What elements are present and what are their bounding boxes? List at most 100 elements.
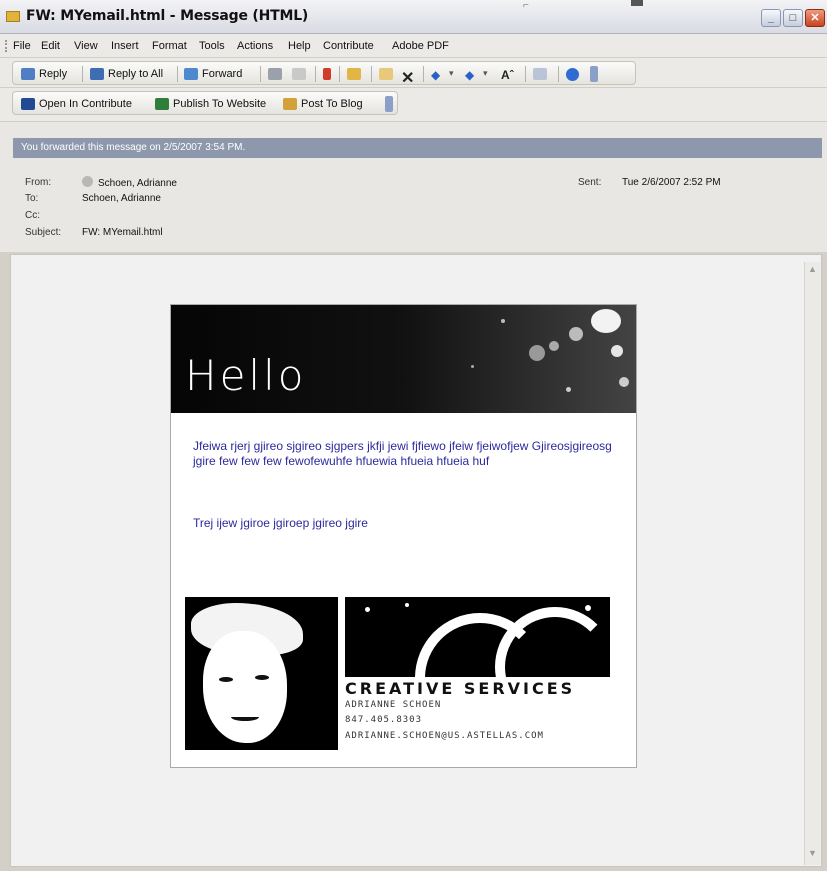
toolbar-separator [371, 66, 372, 82]
signature-email[interactable]: ADRIANNE.SCHOEN@US.ASTELLAS.COM [345, 731, 544, 741]
previous-item-button[interactable]: ◆ [431, 66, 444, 82]
font-size-icon: Aˆ [501, 68, 514, 82]
to-value[interactable]: Schoen, Adrianne [82, 193, 161, 204]
toolbar-separator [260, 66, 261, 82]
open-in-contribute-button[interactable]: Open In Contribute [21, 96, 132, 112]
email-paragraph: Jfeiwa rjerj gjireo sjgireo sjgpers jkfj… [193, 439, 612, 468]
chevron-down-icon: ▾ [449, 68, 454, 78]
print-button[interactable] [268, 66, 286, 82]
toolbar-separator [315, 66, 316, 82]
reply-button[interactable]: Reply [21, 66, 67, 82]
reply-icon [21, 68, 35, 80]
from-value[interactable]: Schoen, Adrianne [82, 176, 177, 189]
post-to-blog-button[interactable]: Post To Blog [283, 96, 363, 112]
minimize-button[interactable]: _ [761, 9, 781, 27]
paint-splatter [405, 603, 409, 607]
junk-icon [379, 68, 393, 80]
presence-icon [82, 176, 93, 187]
publish-to-website-button[interactable]: Publish To Website [155, 96, 266, 112]
down-arrow-icon: ◆ [465, 68, 475, 82]
paint-splatter [549, 341, 559, 351]
scroll-down-icon[interactable]: ▼ [808, 848, 817, 858]
menu-tools[interactable]: Tools [199, 40, 225, 52]
flag-icon [323, 68, 331, 80]
help-button[interactable] [566, 66, 583, 82]
publish-icon [155, 98, 169, 110]
junk-button[interactable] [379, 66, 397, 82]
portrait-face [203, 631, 287, 743]
creative-services-title: CREATIVE SERVICES [345, 679, 576, 698]
post-to-blog-label: Post To Blog [301, 98, 363, 110]
subject-value: FW: MYemail.html [82, 227, 163, 238]
print-icon [268, 68, 282, 80]
paint-splatter [611, 345, 623, 357]
greeting-heading: Hello [185, 351, 307, 400]
address-book-button[interactable] [533, 66, 551, 82]
menu-actions[interactable]: Actions [237, 40, 273, 52]
next-dropdown[interactable]: ▾ [483, 66, 492, 82]
toolbar-separator [177, 66, 178, 82]
window-title: FW: MYemail.html - Message (HTML) [26, 8, 309, 24]
up-arrow-icon: ◆ [431, 68, 441, 82]
forward-label: Forward [202, 68, 243, 80]
paint-splatter [585, 605, 591, 611]
flag-button[interactable] [323, 66, 335, 82]
signature-phone: 847.405.8303 [345, 715, 423, 725]
menu-file[interactable]: File [13, 40, 31, 52]
signature-block: CREATIVE SERVICES ADRIANNE SCHOEN 847.40… [185, 597, 610, 750]
logo-swoosh [495, 607, 610, 677]
menu-adobe-pdf[interactable]: Adobe PDF [392, 40, 449, 52]
address-book-icon [533, 68, 547, 80]
font-size-button[interactable]: Aˆ [501, 66, 518, 82]
sent-label: Sent: [578, 177, 602, 188]
paint-splatter [365, 607, 370, 612]
scroll-up-icon[interactable]: ▲ [808, 264, 817, 274]
open-in-contribute-label: Open In Contribute [39, 98, 132, 110]
next-item-button[interactable]: ◆ [465, 66, 478, 82]
toolbar-separator [525, 66, 526, 82]
menu-grip[interactable] [5, 40, 7, 52]
toolbar-strip: Open In Contribute Publish To Website Po… [12, 91, 398, 115]
maximize-button[interactable]: □ [783, 9, 803, 27]
from-name: Schoen, Adrianne [98, 178, 177, 189]
paint-splatter [591, 309, 621, 333]
reply-label: Reply [39, 68, 68, 80]
menu-format[interactable]: Format [152, 40, 187, 52]
menu-edit[interactable]: Edit [41, 40, 60, 52]
copy-button[interactable] [292, 66, 310, 82]
to-label: To: [25, 193, 39, 204]
portrait-image [185, 597, 338, 750]
sent-value: Tue 2/6/2007 2:52 PM [622, 177, 721, 188]
hello-banner: Hello [171, 305, 636, 413]
portrait-mouth [231, 713, 259, 721]
info-bar[interactable]: You forwarded this message on 2/5/2007 3… [13, 138, 822, 158]
delete-button[interactable]: ✕ [401, 66, 418, 87]
taskbar-fragment [631, 0, 643, 6]
contribute-toolbar: Open In Contribute Publish To Website Po… [0, 88, 827, 122]
email-content: Hello Jfeiwa rjerj gjireo sjgireo sjgper… [170, 304, 637, 768]
copy-icon [292, 68, 306, 80]
paint-splatter [471, 365, 474, 368]
title-bar: FW: MYemail.html - Message (HTML) ⌐ _ □ … [0, 0, 827, 34]
previous-dropdown[interactable]: ▾ [449, 66, 458, 82]
paint-splatter [529, 345, 545, 361]
toolbar-separator [339, 66, 340, 82]
menu-view[interactable]: View [74, 40, 98, 52]
toolbar-overflow-button[interactable] [385, 96, 393, 112]
delete-icon: ✕ [401, 70, 415, 87]
menu-contribute[interactable]: Contribute [323, 40, 374, 52]
forward-icon [184, 68, 198, 80]
toolbar-overflow-button[interactable] [590, 66, 598, 82]
move-folder-button[interactable] [347, 66, 365, 82]
menu-insert[interactable]: Insert [111, 40, 139, 52]
toolbar-strip: Reply Reply to All Forward ✕ ◆ ▾ ◆ ▾ Aˆ [12, 61, 636, 87]
subject-label: Subject: [25, 227, 62, 238]
forward-button[interactable]: Forward [184, 66, 242, 82]
toolbar-separator [82, 66, 83, 82]
menu-help[interactable]: Help [288, 40, 311, 52]
reply-all-button[interactable]: Reply to All [90, 66, 163, 82]
portrait-eye [255, 675, 269, 680]
publish-to-website-label: Publish To Website [173, 98, 267, 110]
vertical-scrollbar[interactable]: ▲ ▼ [804, 262, 820, 865]
close-button[interactable]: ✕ [805, 9, 825, 27]
